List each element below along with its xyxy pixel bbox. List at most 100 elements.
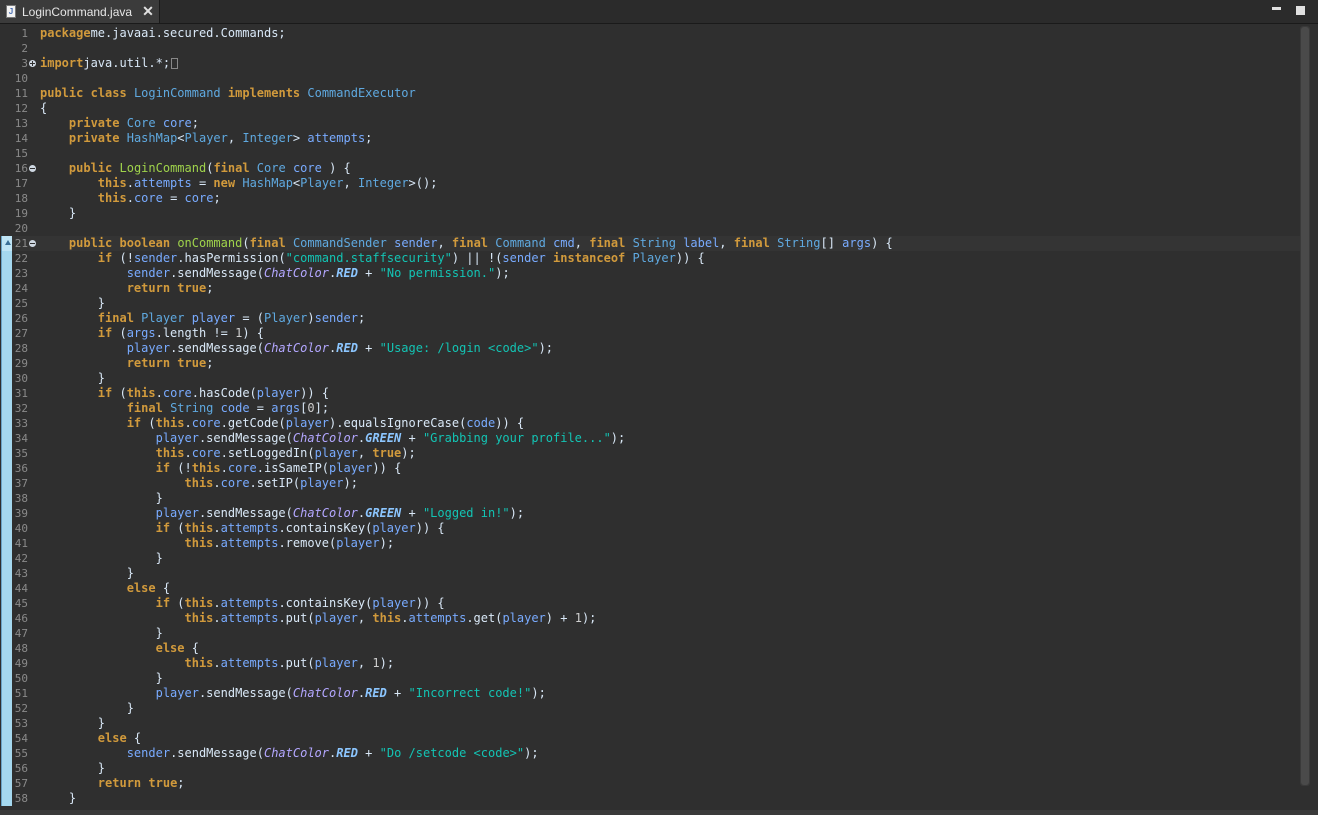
code-line[interactable]: 54 else { (0, 731, 1300, 746)
code-line[interactable]: 41 this.attempts.remove(player); (0, 536, 1300, 551)
code-line[interactable]: 37 this.core.setIP(player); (0, 476, 1300, 491)
maximize-icon[interactable] (1294, 4, 1308, 16)
code-line[interactable]: 21 public boolean onCommand(final Comman… (0, 236, 1300, 251)
code-line[interactable]: 33 if (this.core.getCode(player).equalsI… (0, 416, 1300, 431)
code-line[interactable]: 40 if (this.attempts.containsKey(player)… (0, 521, 1300, 536)
code-token: . (184, 446, 192, 460)
code-text: player.sendMessage(ChatColor.GREEN + "Lo… (40, 506, 525, 521)
code-token: private (68, 116, 120, 130)
code-line[interactable]: 23 sender.sendMessage(ChatColor.RED + "N… (0, 266, 1300, 281)
horizontal-scrollbar[interactable] (0, 810, 1318, 815)
code-token: )) { (675, 251, 705, 265)
code-text: } (40, 716, 105, 731)
tab-logincommand-java[interactable]: J LoginCommand.java ✕ (0, 0, 160, 23)
code-line[interactable]: 48 else { (0, 641, 1300, 656)
code-token: Core (256, 161, 286, 175)
code-token: else (155, 641, 185, 655)
code-token: import (40, 56, 84, 70)
code-line[interactable]: 25 } (0, 296, 1300, 311)
code-token: .isSameIP( (256, 461, 330, 475)
code-text: } (40, 701, 134, 716)
code-line[interactable]: 22 if (!sender.hasPermission("command.st… (0, 251, 1300, 266)
close-icon[interactable]: ✕ (142, 3, 154, 20)
code-line[interactable]: 52 } (0, 701, 1300, 716)
code-line[interactable]: 38 } (0, 491, 1300, 506)
code-line[interactable]: 17 this.attempts = new HashMap<Player, I… (0, 176, 1300, 191)
code-token: final (249, 236, 286, 250)
code-line[interactable]: 3 importjava.util.*; (0, 56, 1300, 71)
code-token: player (300, 476, 344, 490)
code-line[interactable]: 2 (0, 41, 1300, 56)
code-line[interactable]: 44 else { (0, 581, 1300, 596)
code-line[interactable]: 43 } (0, 566, 1300, 581)
code-line[interactable]: 50 } (0, 671, 1300, 686)
code-token: private (68, 131, 120, 145)
code-token: player (191, 311, 236, 325)
code-token: if (155, 596, 171, 610)
code-token: ( (112, 386, 127, 400)
code-token: , (357, 656, 373, 670)
code-line[interactable]: 46 this.attempts.put(player, this.attemp… (0, 611, 1300, 626)
code-line[interactable]: 56 } (0, 761, 1300, 776)
vertical-scrollbar[interactable] (1300, 26, 1310, 786)
code-line[interactable]: 12 { (0, 101, 1300, 116)
code-line[interactable]: 29 return true; (0, 356, 1300, 371)
code-token: final (589, 236, 626, 250)
code-line[interactable]: 27 if (args.length != 1) { (0, 326, 1300, 341)
code-line[interactable]: 45 if (this.attempts.containsKey(player)… (0, 596, 1300, 611)
tab-title: LoginCommand.java (22, 4, 133, 19)
code-token: )) { (300, 386, 330, 400)
code-line[interactable]: 14 private HashMap<Player, Integer> atte… (0, 131, 1300, 146)
code-line[interactable]: 34 player.sendMessage(ChatColor.GREEN + … (0, 431, 1300, 446)
code-line[interactable]: 13 private Core core; (0, 116, 1300, 131)
code-editor[interactable]: 1 packageme.javaai.secured.Commands; 2 3 imp… (0, 24, 1318, 815)
code-token: , (574, 236, 590, 250)
code-line[interactable]: 51 player.sendMessage(ChatColor.RED + "I… (0, 686, 1300, 701)
code-line[interactable]: 39 player.sendMessage(ChatColor.GREEN + … (0, 506, 1300, 521)
line-number: 57 (14, 777, 28, 790)
code-line[interactable]: 31 if (this.core.hasCode(player)) { (0, 386, 1300, 401)
code-line[interactable]: 15 (0, 146, 1300, 161)
code-line[interactable]: 58 } (0, 791, 1300, 806)
code-token: 1 (574, 611, 582, 625)
minimize-icon[interactable] (1270, 4, 1284, 16)
code-line[interactable]: 11 public class LoginCommand implements C… (0, 86, 1300, 101)
vertical-scrollbar-thumb[interactable] (1301, 27, 1309, 785)
collapse-fold-icon[interactable] (29, 240, 36, 247)
code-line[interactable]: 16 public LoginCommand(final Core core )… (0, 161, 1300, 176)
code-token: (! (170, 461, 192, 475)
code-text: this.attempts.remove(player); (40, 536, 395, 551)
code-line[interactable]: 24 return true; (0, 281, 1300, 296)
code-line[interactable]: 36 if (!this.core.isSameIP(player)) { (0, 461, 1300, 476)
code-line[interactable]: 57 return true; (0, 776, 1300, 791)
code-line[interactable]: 28 player.sendMessage(ChatColor.RED + "U… (0, 341, 1300, 356)
code-token: . (213, 596, 221, 610)
code-line[interactable]: 49 this.attempts.put(player, 1); (0, 656, 1300, 671)
code-text: } (40, 371, 105, 386)
code-line[interactable]: 1 packageme.javaai.secured.Commands; (0, 26, 1300, 41)
code-line[interactable]: 32 final String code = args[0]; (0, 401, 1300, 416)
code-line[interactable]: 55 sender.sendMessage(ChatColor.RED + "D… (0, 746, 1300, 761)
code-token: . (155, 386, 163, 400)
collapse-fold-icon[interactable] (29, 165, 36, 172)
code-line[interactable]: 26 final Player player = (Player)sender; (0, 311, 1300, 326)
code-line[interactable]: 30 } (0, 371, 1300, 386)
code-line[interactable]: 18 this.core = core; (0, 191, 1300, 206)
code-line[interactable]: 53 } (0, 716, 1300, 731)
code-token: ; (191, 116, 199, 130)
code-line[interactable]: 35 this.core.setLoggedIn(player, true); (0, 446, 1300, 461)
code-line[interactable]: 47 } (0, 626, 1300, 641)
code-line[interactable]: 19 } (0, 206, 1300, 221)
code-token: sender (133, 251, 178, 265)
folded-region-icon[interactable] (171, 58, 179, 69)
expand-fold-icon[interactable] (29, 60, 36, 67)
code-token: ) + (545, 611, 575, 625)
code-token: < (177, 131, 185, 145)
code-line[interactable]: 42 } (0, 551, 1300, 566)
code-token: onCommand (177, 236, 243, 250)
code-line[interactable]: 20 (0, 221, 1300, 236)
code-line[interactable]: 10 (0, 71, 1300, 86)
